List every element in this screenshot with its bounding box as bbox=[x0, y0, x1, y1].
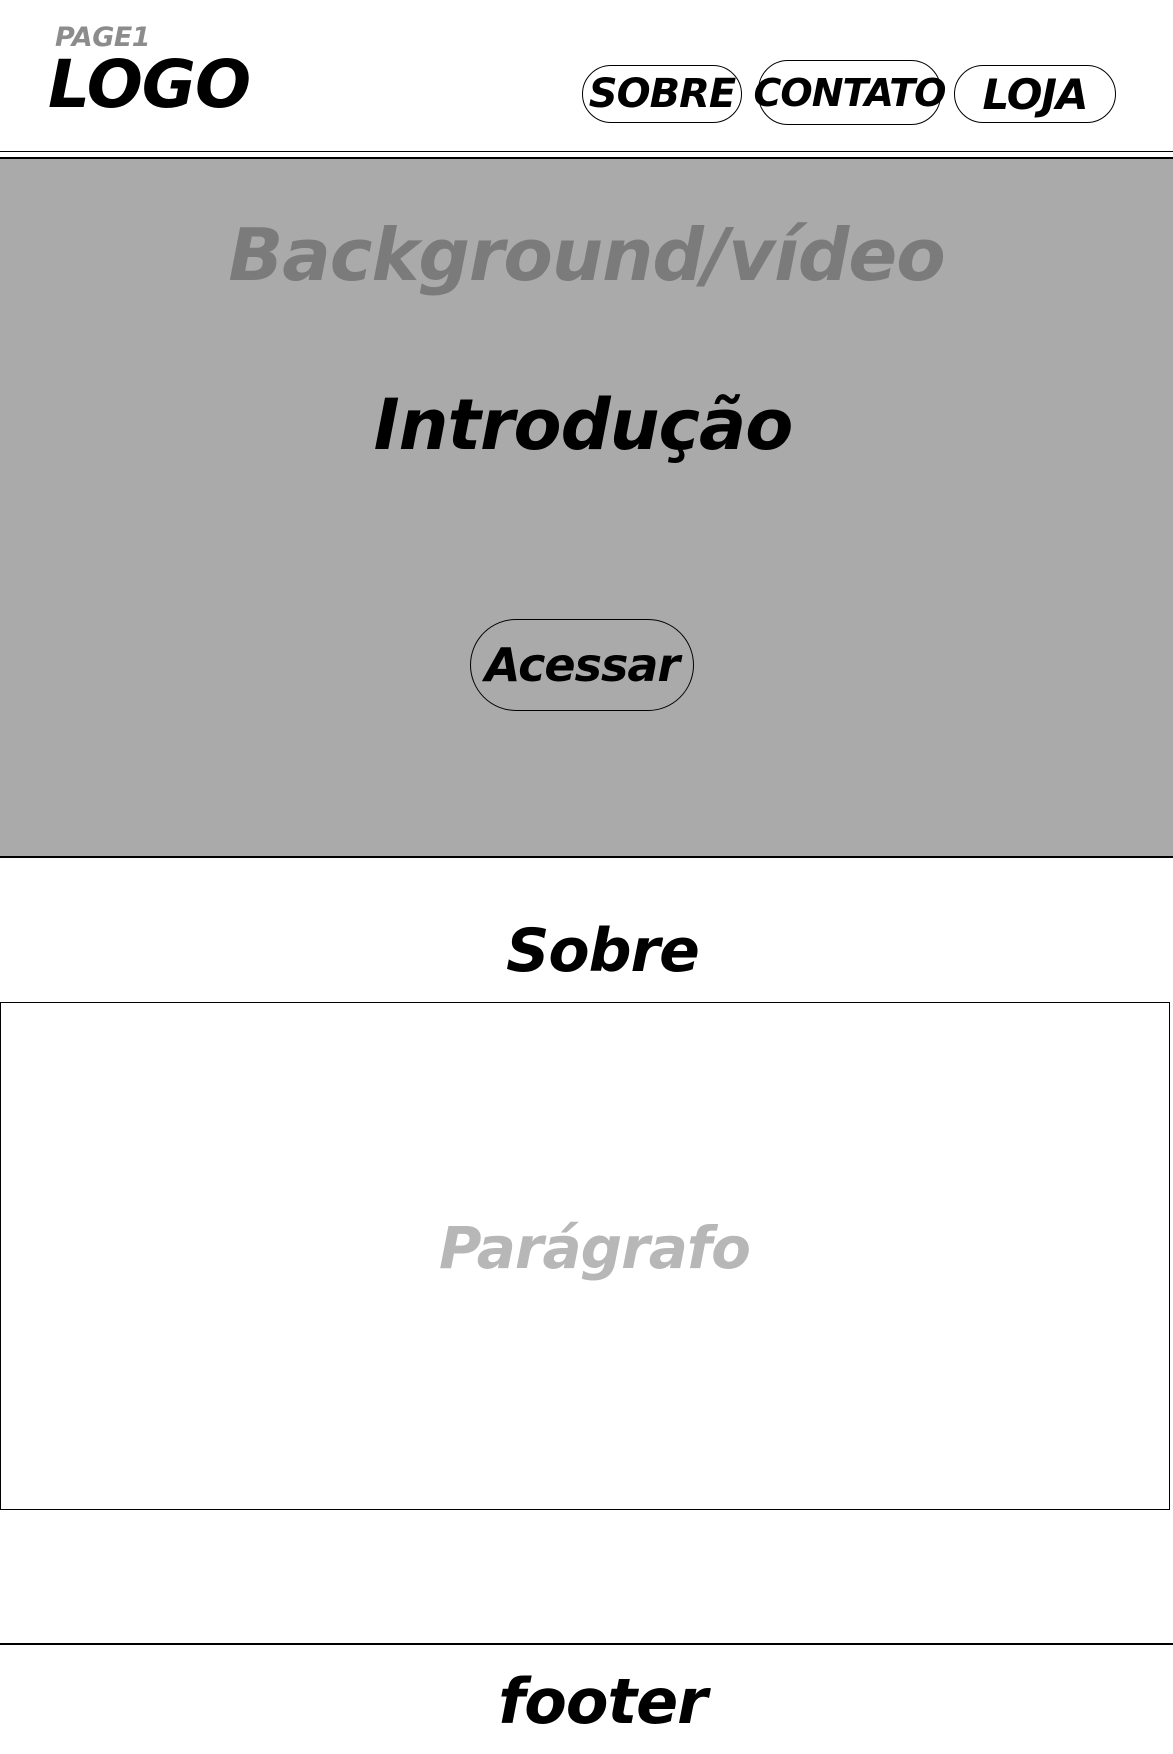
access-button[interactable]: Acessar bbox=[470, 619, 694, 711]
nav-button-loja[interactable]: LOJA bbox=[954, 65, 1116, 123]
paragraph-placeholder: Parágrafo bbox=[438, 1214, 751, 1282]
about-title: Sobre bbox=[506, 916, 700, 986]
wireframe-page: PAGE1 LOGO SOBRE CONTATO LOJA Background… bbox=[0, 0, 1173, 1754]
footer-divider bbox=[0, 1643, 1173, 1645]
paragraph-box: Parágrafo bbox=[0, 1002, 1170, 1510]
header-divider bbox=[0, 151, 1173, 152]
hero-title: Introdução bbox=[373, 384, 794, 466]
logo[interactable]: LOGO bbox=[48, 52, 251, 118]
hero-section: Background/vídeo Introdução Acessar bbox=[0, 157, 1173, 858]
site-footer: footer bbox=[498, 1665, 707, 1738]
nav-button-contato[interactable]: CONTATO bbox=[754, 60, 946, 125]
nav-button-sobre[interactable]: SOBRE bbox=[582, 65, 742, 123]
hero-background-label: Background/vídeo bbox=[228, 213, 945, 297]
